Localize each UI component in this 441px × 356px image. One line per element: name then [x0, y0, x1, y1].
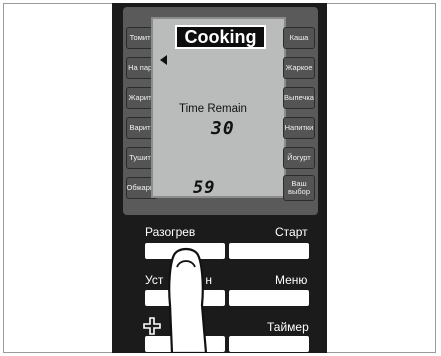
multicooker-panel: Томить На пару Жарить Варить Тушить Обжа…: [112, 3, 327, 353]
time-remain-label: Time Remain: [179, 103, 247, 115]
timer-label: Таймер: [267, 320, 309, 334]
mode-button-yogurt[interactable]: Йогурт: [283, 147, 315, 169]
mode-button-zharkoe[interactable]: Жаркое: [283, 57, 315, 79]
mode-button-kasha[interactable]: Каша: [283, 27, 315, 49]
mode-button-vash-vybor[interactable]: Ваш выбор: [283, 175, 315, 201]
menu-label: Меню: [275, 273, 308, 287]
finger-icon: [168, 247, 208, 353]
start-label: Старт: [275, 225, 308, 239]
mode-button-napitki[interactable]: Напитки: [283, 117, 315, 139]
mode-button-vypechka[interactable]: Выпечка: [283, 87, 315, 109]
time-small-value: 59: [193, 178, 216, 198]
lcd-screen: Cooking Time Remain 30 59: [151, 17, 286, 198]
menu-button[interactable]: [229, 290, 309, 306]
time-remaining-value: 30: [211, 118, 235, 139]
plus-icon: [143, 317, 161, 335]
arrow-left-icon: [160, 55, 167, 65]
timer-button[interactable]: [229, 336, 309, 352]
reheat-label: Разогрев: [145, 225, 196, 239]
mode-badge: Cooking: [175, 25, 266, 49]
start-button[interactable]: [229, 243, 309, 259]
display-bezel: Томить На пару Жарить Варить Тушить Обжа…: [123, 7, 318, 215]
